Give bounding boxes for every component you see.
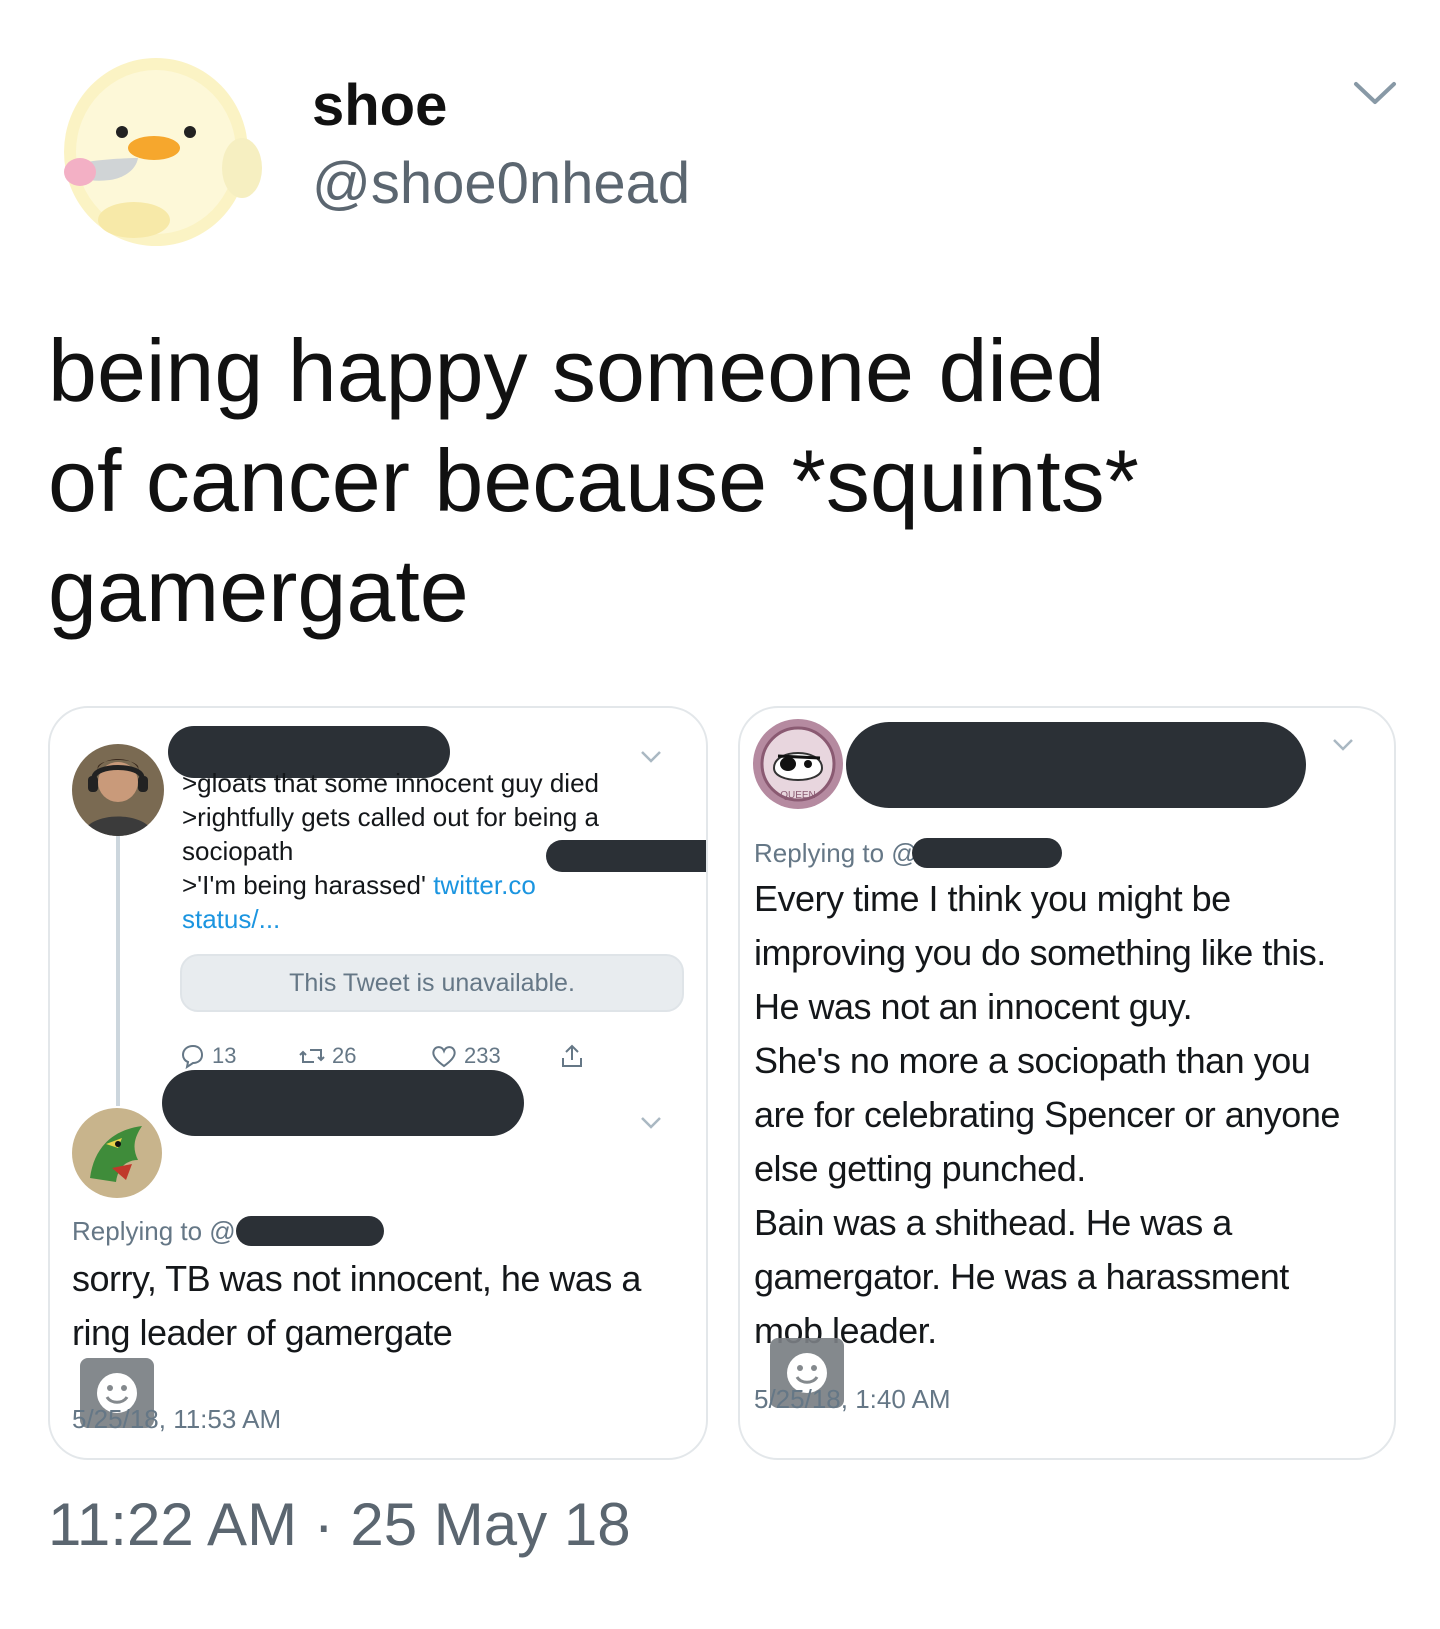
reply-text-line: gamergator. He was a harassment (754, 1256, 1289, 1297)
tweet-text-line: of cancer because *squints* (48, 431, 1139, 530)
heart-icon (432, 1046, 456, 1068)
reply-date[interactable]: 5/25/18, 1:40 AM (754, 1384, 951, 1415)
share-button[interactable] (558, 1042, 586, 1070)
tweet-unavailable-notice: This Tweet is unavailable. (180, 954, 684, 1012)
redacted-link (546, 840, 706, 872)
replying-to-label: Replying to @ (72, 1216, 236, 1246)
quoted-tweet-line: >rightfully gets called out for being a (182, 802, 599, 832)
like-count-value: 233 (464, 1043, 501, 1068)
author-avatar[interactable] (44, 40, 264, 250)
replying-to: Replying to @ (754, 838, 918, 869)
redacted-name (162, 1070, 524, 1136)
tweet-text: being happy someone died of cancer becau… (48, 316, 1348, 646)
reply-icon (181, 1044, 204, 1070)
reply-text-line: are for celebrating Spencer or anyone (754, 1094, 1340, 1135)
tweet-link-continued[interactable]: status/... (182, 902, 702, 936)
reply-user-avatar[interactable]: QUEEN (752, 718, 844, 810)
reply-text: Every time I think you might be improvin… (754, 872, 1384, 1358)
reply-text-line: Bain was a shithead. He was a (754, 1202, 1232, 1243)
reply-text-line: She's no more a sociopath than you (754, 1040, 1311, 1081)
reply-date[interactable]: 5/25/18, 11:53 AM (72, 1404, 281, 1435)
right-screenshot-panel: QUEEN Replying to @ Every time I think y… (738, 706, 1396, 1460)
reply-text-line: mob leader. (754, 1310, 937, 1351)
chevron-down-icon[interactable] (1332, 738, 1354, 752)
chevron-down-icon[interactable] (640, 1116, 662, 1130)
replying-to: Replying to @ (72, 1216, 236, 1247)
reply-text-line: sorry, TB was not innocent, he was a (72, 1258, 641, 1299)
timestamp-separator: · (313, 1491, 334, 1558)
chevron-down-icon[interactable] (640, 750, 662, 764)
author-handle[interactable]: @shoe0nhead (312, 150, 690, 217)
reply-count-value: 13 (212, 1043, 237, 1068)
chick-with-knife-icon (64, 58, 262, 246)
tweet-time: 11:22 AM (48, 1491, 298, 1558)
tweet-date: 25 May 18 (350, 1491, 631, 1558)
redacted-mention (236, 1216, 384, 1246)
redacted-mention (912, 838, 1062, 868)
share-icon (562, 1044, 582, 1067)
reply-text: sorry, TB was not innocent, he was a rin… (72, 1252, 692, 1360)
retweet-icon (299, 1049, 325, 1063)
reply-text-line: improving you do something like this. (754, 932, 1326, 973)
reply-text-line: He was not an innocent guy. (754, 986, 1193, 1027)
reply-text-line: Every time I think you might be (754, 878, 1231, 919)
tweet-timestamp[interactable]: 11:22 AM · 25 May 18 (48, 1490, 631, 1559)
chevron-down-icon[interactable] (1352, 78, 1398, 108)
avatar-badge-text: QUEEN (780, 790, 816, 801)
quoted-tweet-line-prefix: >'I'm being harassed' (182, 870, 434, 900)
reply-count[interactable]: 13 (178, 1042, 236, 1070)
reply-user-avatar[interactable] (72, 1108, 162, 1198)
tweet-link[interactable]: twitter.co (433, 870, 536, 900)
tweet-text-line: being happy someone died (48, 321, 1105, 420)
reply-text-line: else getting punched. (754, 1148, 1086, 1189)
retweet-count[interactable]: 26 (298, 1042, 356, 1070)
thread-connector (116, 836, 120, 1106)
replying-to-label: Replying to @ (754, 838, 918, 868)
author-display-name[interactable]: shoe (312, 72, 447, 139)
reply-text-line: ring leader of gamergate (72, 1312, 453, 1353)
quoted-tweet-line: >'I'm being harassed' twitter.co (182, 868, 702, 902)
redacted-name (846, 722, 1306, 808)
like-count[interactable]: 233 (430, 1042, 501, 1070)
quoted-user-avatar[interactable] (72, 744, 164, 836)
left-screenshot-panel: >gloats that some innocent guy died >rig… (48, 706, 708, 1460)
quoted-tweet-line: >gloats that some innocent guy died (182, 768, 600, 798)
tweet-text-line: gamergate (48, 541, 469, 640)
retweet-count-value: 26 (332, 1043, 357, 1068)
